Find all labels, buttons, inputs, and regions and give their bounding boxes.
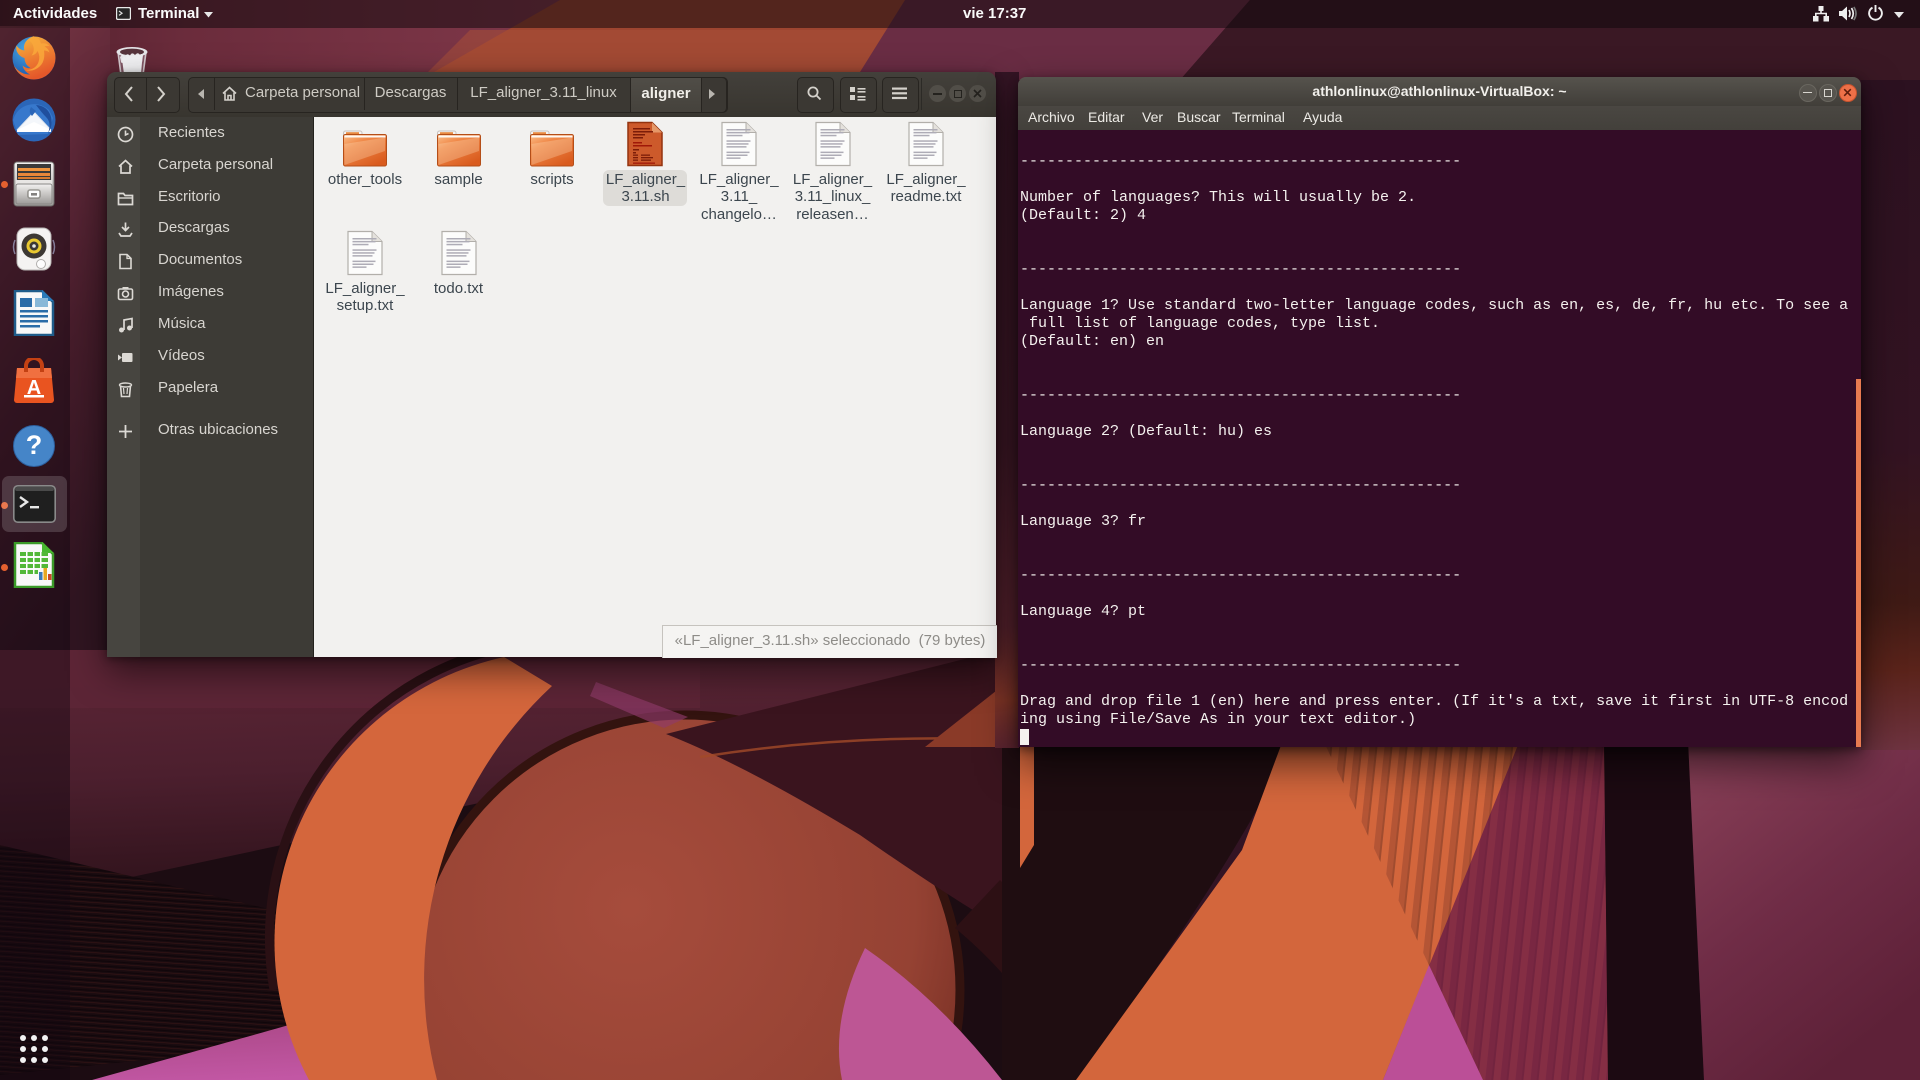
svg-text:?: ? [26,430,43,460]
